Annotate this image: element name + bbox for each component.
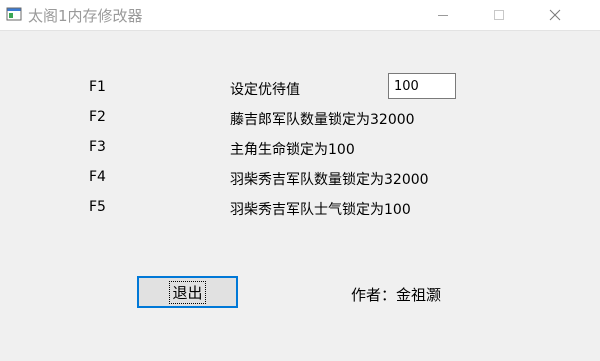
close-button[interactable] <box>532 0 578 30</box>
app-window-icon <box>6 6 22 22</box>
hotkey-f5: F5 <box>89 199 106 215</box>
label-hero-life: 主角生命锁定为100 <box>230 142 355 158</box>
maximize-button[interactable] <box>476 0 522 30</box>
exit-button-label: 退出 <box>169 280 206 304</box>
hotkey-f1: F1 <box>89 79 106 95</box>
label-hideyoshi-morale: 羽柴秀吉军队士气锁定为100 <box>230 202 411 218</box>
window-title: 太阁1内存修改器 <box>28 7 143 25</box>
hotkey-f2: F2 <box>89 109 106 125</box>
label-tokichiro-army: 藤吉郎军队数量锁定为32000 <box>230 112 415 128</box>
hotkey-f3: F3 <box>89 139 106 155</box>
label-set-value: 设定优待值 <box>230 82 300 98</box>
author-credit: 作者：金祖灏 <box>351 286 442 304</box>
hotkey-f4: F4 <box>89 169 106 185</box>
exit-button[interactable]: 退出 <box>137 276 238 308</box>
minimize-icon <box>438 15 448 16</box>
close-icon <box>549 9 561 21</box>
title-bar[interactable]: 太阁1内存修改器 <box>0 0 600 31</box>
maximize-icon <box>494 10 504 20</box>
label-hideyoshi-army: 羽柴秀吉军队数量锁定为32000 <box>230 172 429 188</box>
minimize-button[interactable] <box>420 0 466 30</box>
value-input[interactable] <box>388 73 456 99</box>
